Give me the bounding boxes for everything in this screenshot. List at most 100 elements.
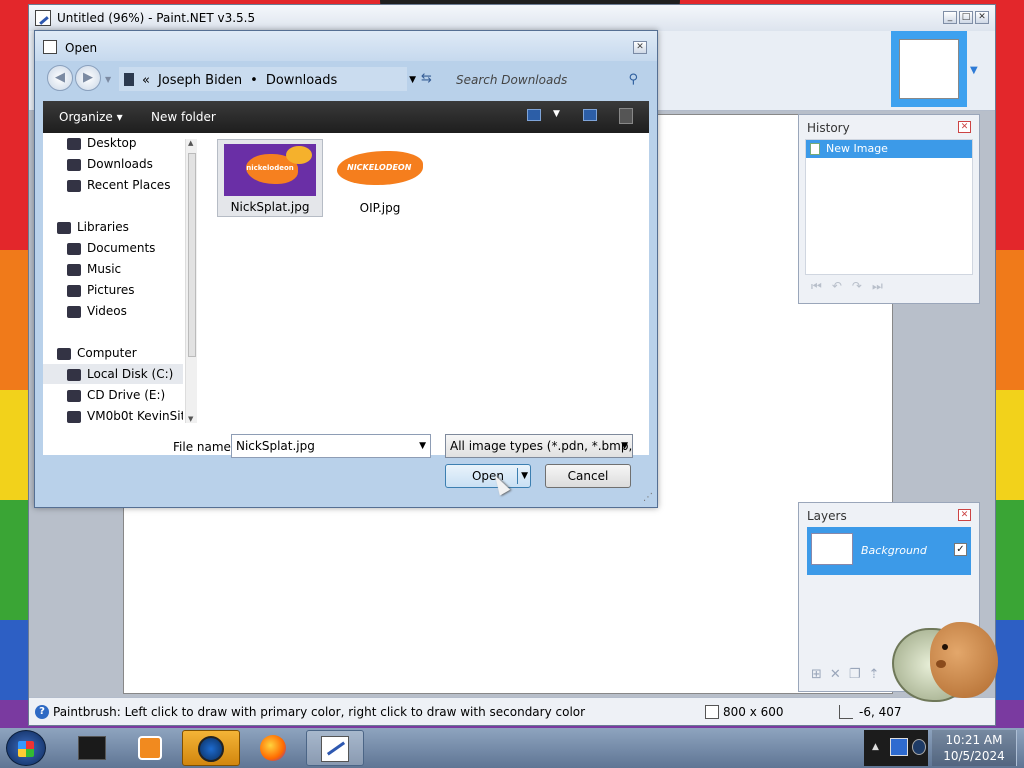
layer-row[interactable]: Background ✓ [807, 527, 971, 575]
address-dropdown-icon[interactable]: ▼ [409, 75, 416, 85]
show-desktop-button[interactable] [1016, 730, 1024, 766]
window-controls: _ □ ✕ [943, 11, 989, 24]
navigation-pane: Desktop Downloads Recent Places Librarie… [43, 133, 197, 455]
new-image-icon [810, 143, 820, 155]
open-split-divider [517, 468, 518, 484]
scroll-up-icon[interactable]: ▲ [188, 139, 193, 147]
sidebar-item-cd-drive[interactable]: CD Drive (E:) [67, 385, 165, 405]
open-button[interactable]: Open ▼ [445, 464, 531, 488]
recent-places-icon [67, 179, 81, 192]
new-folder-button[interactable]: New folder [151, 110, 216, 124]
address-bar[interactable]: « Joseph Biden • Downloads ▼ [119, 67, 416, 91]
sidebar-item-computer[interactable]: Computer [57, 343, 137, 363]
preview-pane-icon[interactable] [583, 109, 597, 121]
firefox-icon [260, 735, 286, 761]
sidebar-item-music[interactable]: Music [67, 259, 121, 279]
taskbar-item-globe[interactable] [182, 730, 240, 766]
breadcrumb-downloads[interactable]: Downloads [266, 73, 337, 88]
sidebar-item-downloads[interactable]: Downloads [67, 154, 153, 174]
redo-icon[interactable]: ↷ [852, 279, 862, 294]
file-name-field[interactable]: NickSplat.jpg ▼ [231, 434, 431, 458]
image-thumbnail-tab[interactable] [891, 31, 967, 107]
resize-grip-icon[interactable]: ⋰ [643, 492, 653, 503]
file-name-dropdown-icon[interactable]: ▼ [419, 435, 426, 457]
undo-icon[interactable]: ↶ [832, 279, 842, 294]
taskbar-item-media-player[interactable] [122, 730, 180, 766]
dialog-icon [43, 40, 57, 54]
search-input[interactable]: Search Downloads ⚲ [449, 67, 645, 91]
sidebar-item-recent-places[interactable]: Recent Places [67, 175, 170, 195]
sidebar-item-local-disk[interactable]: Local Disk (C:) [43, 364, 183, 384]
taskbar-item-firefox[interactable] [244, 730, 302, 766]
scrollbar-thumb[interactable] [188, 153, 196, 357]
cd-drive-icon [67, 389, 81, 402]
change-view-icon[interactable] [527, 109, 541, 121]
taskbar-item-paint-net[interactable] [306, 730, 364, 766]
view-dropdown-icon[interactable]: ▼ [553, 109, 560, 119]
recent-locations-icon[interactable]: ▼ [105, 75, 111, 84]
history-close-button[interactable]: ✕ [958, 121, 971, 133]
search-icon[interactable]: ⚲ [628, 72, 638, 87]
open-dropdown-icon[interactable]: ▼ [521, 465, 528, 487]
refresh-icon[interactable]: ⇆ [421, 71, 432, 86]
status-message: Paintbrush: Left click to draw with prim… [53, 705, 586, 719]
forward-button[interactable]: ▶ [75, 65, 101, 91]
sidebar-item-network-drive[interactable]: VM0b0t KevinSite [67, 406, 183, 426]
globe-icon [198, 736, 224, 762]
dialog-title-bar[interactable]: Open ✕ [35, 31, 657, 61]
file-thumbnail: nickelodeon [224, 144, 316, 196]
start-button[interactable] [6, 730, 46, 766]
dialog-body: Desktop Downloads Recent Places Librarie… [43, 133, 649, 455]
sidebar-item-desktop[interactable]: Desktop [67, 133, 137, 153]
sidebar-item-label: Downloads [87, 157, 153, 171]
sidebar-item-documents[interactable]: Documents [67, 238, 155, 258]
show-hidden-icons-icon[interactable]: ▲ [872, 742, 879, 752]
breadcrumb-overflow[interactable]: « [142, 73, 150, 88]
sidebar-item-libraries[interactable]: Libraries [57, 217, 129, 237]
breadcrumb-joseph-biden[interactable]: Joseph Biden [158, 73, 242, 88]
network-drive-icon [67, 410, 81, 423]
layer-thumbnail [811, 533, 853, 565]
clock[interactable]: 10:21 AM 10/5/2024 [932, 730, 1016, 766]
cancel-button[interactable]: Cancel [545, 464, 631, 488]
sidebar-item-videos[interactable]: Videos [67, 301, 127, 321]
paint-net-icon [321, 736, 349, 762]
delete-layer-icon[interactable]: ✕ [830, 667, 841, 682]
duplicate-layer-icon[interactable]: ❐ [849, 667, 861, 682]
layer-visibility-checkbox[interactable]: ✓ [954, 543, 967, 556]
sidebar-item-pictures[interactable]: Pictures [67, 280, 135, 300]
layers-close-button[interactable]: ✕ [958, 509, 971, 521]
file-item-nicksplat[interactable]: nickelodeon NickSplat.jpg [217, 139, 323, 217]
taskbar-item-terminal[interactable] [64, 730, 122, 766]
organize-button[interactable]: Organize ▾ [59, 110, 123, 124]
fast-forward-icon[interactable]: ⏭ [872, 279, 883, 294]
close-button[interactable]: ✕ [975, 11, 989, 24]
address-row: ◀ ▶ ▼ « Joseph Biden • Downloads ▼ ⇆ Sea… [35, 61, 657, 101]
scroll-down-icon[interactable]: ▼ [188, 415, 193, 423]
file-name-value: NickSplat.jpg [236, 439, 315, 453]
rewind-icon[interactable]: ⏮ [811, 279, 822, 294]
help-icon[interactable] [619, 108, 633, 124]
volume-icon[interactable] [912, 739, 926, 755]
add-layer-icon[interactable]: ⊞ [811, 667, 822, 682]
paint-title-bar[interactable]: Untitled (96%) - Paint.NET v3.5.5 _ □ ✕ [29, 5, 995, 31]
sidebar-item-label: Recent Places [87, 178, 171, 192]
disk-icon [67, 368, 81, 381]
windows-logo-icon [18, 741, 34, 757]
tab-dropdown-icon[interactable]: ▼ [970, 65, 978, 76]
maximize-button[interactable]: □ [959, 11, 973, 24]
move-layer-up-icon[interactable]: ⇡ [868, 667, 879, 682]
minimize-button[interactable]: _ [943, 11, 957, 24]
status-bar: ? Paintbrush: Left click to draw with pr… [29, 697, 995, 725]
file-type-select[interactable]: All image types (*.pdn, *.bmp, * ▼ [445, 434, 633, 458]
dialog-close-button[interactable]: ✕ [633, 41, 647, 54]
sidebar-item-label: CD Drive (E:) [87, 388, 166, 402]
back-button[interactable]: ◀ [47, 65, 73, 91]
file-type-dropdown-icon[interactable]: ▼ [621, 435, 628, 457]
file-item-oip[interactable]: NICKELODEON OIP.jpg [327, 139, 433, 217]
network-icon[interactable] [890, 738, 908, 756]
navigation-scrollbar[interactable]: ▲ ▼ [185, 139, 197, 423]
history-item-label: New Image [826, 142, 888, 155]
history-list: New Image [805, 139, 973, 275]
history-item[interactable]: New Image [806, 140, 972, 158]
